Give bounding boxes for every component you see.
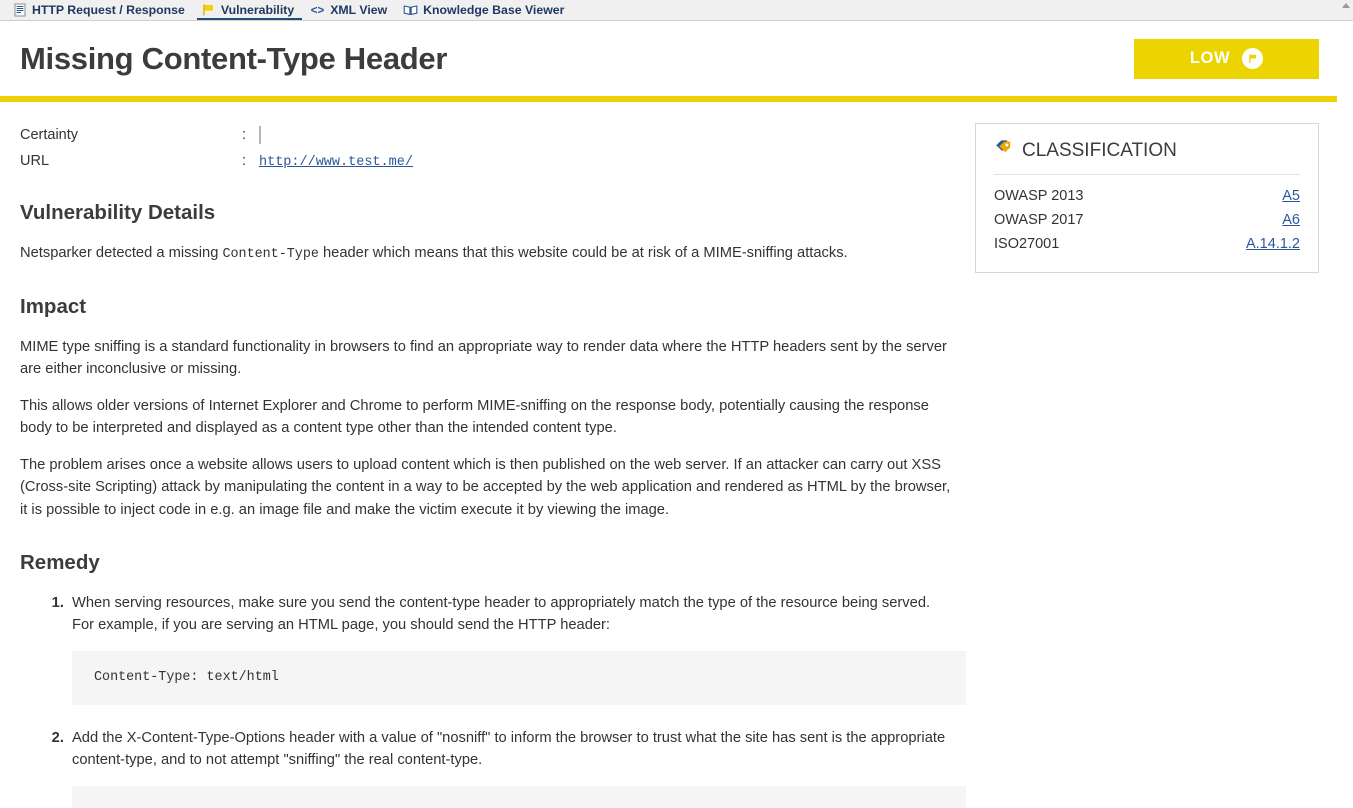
tab-vulnerability[interactable]: Vulnerability — [195, 0, 304, 20]
main-column: Certainty : URL : http://www.test.me/ Vu… — [0, 122, 975, 808]
meta-list: Certainty : URL : http://www.test.me/ — [20, 122, 955, 174]
classification-name: OWASP 2017 — [994, 212, 1084, 228]
details-text-after: header which means that this website cou… — [318, 244, 848, 261]
remedy-code-block: Content-Type: text/html — [72, 650, 966, 705]
tab-label: Vulnerability — [220, 3, 295, 17]
page-title: Missing Content-Type Header — [20, 41, 448, 76]
list-item: When serving resources, make sure you se… — [68, 592, 966, 705]
details-inline-code: Content-Type — [222, 246, 319, 262]
tab-http-request-response[interactable]: HTTP Request / Response — [6, 0, 195, 20]
url-row: URL : http://www.test.me/ — [20, 148, 955, 174]
impact-paragraph: MIME type sniffing is a standard functio… — [20, 338, 947, 378]
classification-row: OWASP 2013 A5 — [994, 184, 1300, 208]
page-header: Missing Content-Type Header LOW — [0, 21, 1337, 96]
impact-heading: Impact — [20, 295, 87, 319]
tab-label: Knowledge Base Viewer — [423, 3, 565, 17]
certainty-value — [259, 126, 955, 144]
url-label: URL — [20, 153, 50, 169]
remedy-code-block-partial — [72, 785, 966, 808]
impact-paragraph: This allows older versions of Internet E… — [20, 397, 929, 437]
book-icon — [403, 3, 418, 18]
remedy-item-1-text: When serving resources, make sure you se… — [72, 594, 931, 634]
remedy-list: When serving resources, make sure you se… — [20, 592, 966, 808]
certainty-row: Certainty : — [20, 122, 955, 148]
list-item: Add the X-Content-Type-Options header wi… — [68, 727, 966, 808]
sidebar-column: CLASSIFICATION OWASP 2013 A5 OWASP 2017 … — [975, 122, 1337, 808]
vertical-scrollbar[interactable] — [1337, 0, 1353, 808]
url-colon: : — [242, 153, 247, 169]
content-area: Certainty : URL : http://www.test.me/ Vu… — [0, 102, 1337, 808]
remedy-item-2-text: Add the X-Content-Type-Options header wi… — [72, 730, 946, 769]
classification-panel: CLASSIFICATION OWASP 2013 A5 OWASP 2017 … — [975, 123, 1319, 273]
classification-value-link[interactable]: A6 — [1282, 212, 1300, 228]
classification-title: CLASSIFICATION — [1022, 139, 1177, 161]
tag-icon — [994, 138, 1013, 163]
certainty-colon: : — [242, 127, 247, 143]
tab-bar: HTTP Request / Response Vulnerability <>… — [0, 0, 1337, 21]
tab-label: HTTP Request / Response — [32, 3, 185, 17]
tab-knowledge-base-viewer[interactable]: Knowledge Base Viewer — [397, 0, 574, 20]
classification-name: ISO27001 — [994, 236, 1060, 252]
classification-value-link[interactable]: A5 — [1282, 188, 1300, 204]
details-text-before: Netsparker detected a missing — [20, 244, 223, 261]
vulnerability-details-heading: Vulnerability Details — [20, 201, 216, 224]
vulnerability-details-text: Netsparker detected a missing Content-Ty… — [20, 242, 955, 266]
remedy-heading: Remedy — [20, 550, 100, 574]
classification-value-link[interactable]: A.14.1.2 — [1246, 236, 1300, 252]
yellow-flag-icon — [201, 3, 216, 18]
flag-icon — [1242, 48, 1264, 69]
impact-paragraph: The problem arises once a website allows… — [20, 456, 951, 518]
certainty-progress-bar — [259, 126, 261, 144]
tab-xml-view[interactable]: <> XML View — [304, 0, 397, 20]
certainty-label: Certainty — [20, 127, 79, 143]
classification-name: OWASP 2013 — [994, 188, 1084, 204]
document-icon — [12, 3, 27, 18]
scroll-up-arrow-icon[interactable] — [1342, 3, 1350, 8]
classification-row: ISO27001 A.14.1.2 — [994, 232, 1300, 256]
tab-label: XML View — [330, 3, 388, 17]
code-brackets-icon: <> — [310, 3, 325, 18]
severity-label: LOW — [1189, 49, 1231, 67]
classification-row: OWASP 2017 A6 — [994, 208, 1300, 232]
classification-header: CLASSIFICATION — [994, 138, 1300, 175]
target-url-link[interactable]: http://www.test.me/ — [259, 155, 413, 170]
severity-badge: LOW — [1134, 38, 1319, 79]
svg-text:<>: <> — [311, 5, 325, 17]
